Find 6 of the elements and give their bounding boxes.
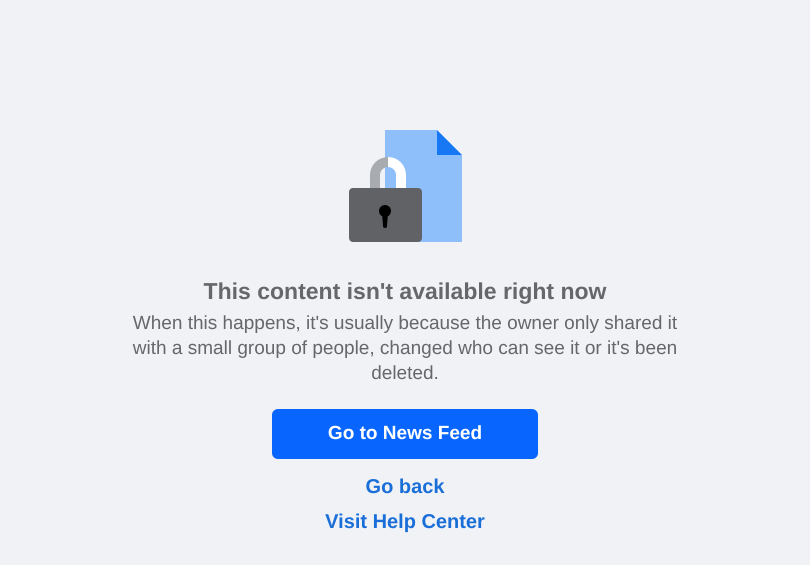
text-link[interactable]: Go back — [366, 474, 444, 499]
text-link[interactable]: Visit Help Center — [325, 510, 485, 534]
explanation-text: When this happens, it's usually because the owner only shared it with a small group of people, changed who can see it or it's been deleted. — [132, 312, 678, 386]
page-heading: This content isn't available right now — [204, 278, 606, 306]
locked-file-icon — [348, 130, 462, 243]
news-feed-button[interactable]: Go to News Feed — [272, 408, 538, 459]
